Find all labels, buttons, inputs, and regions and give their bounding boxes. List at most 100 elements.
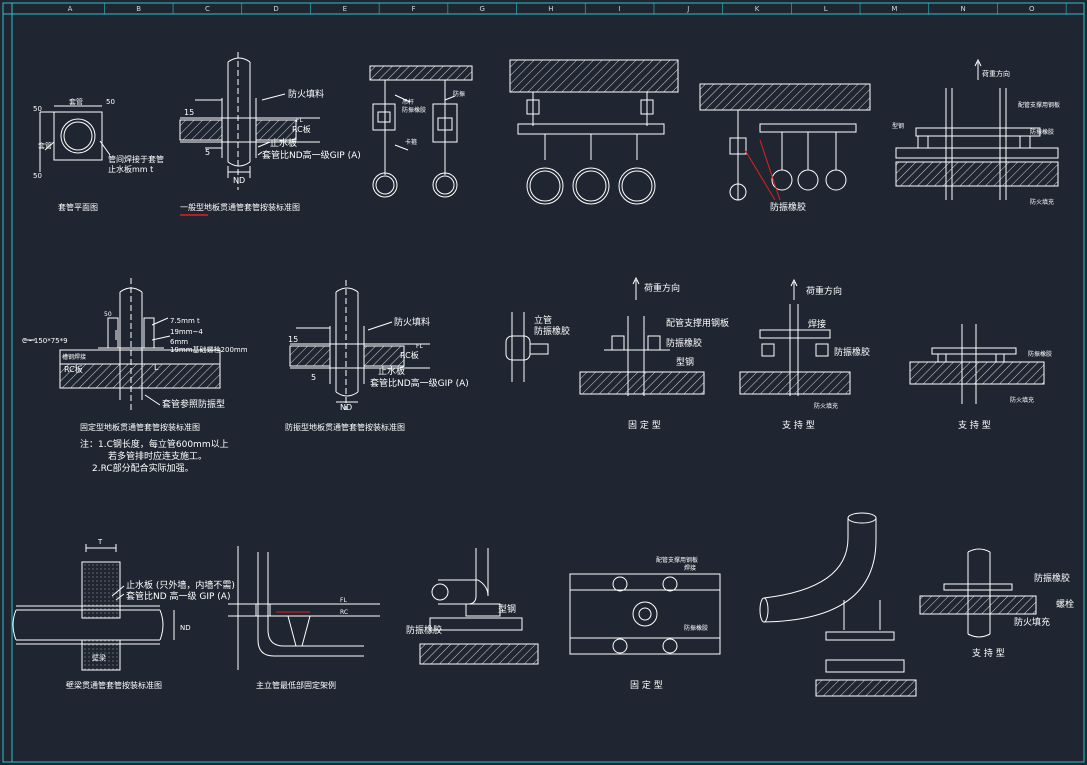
beam-sleeve-nd: ND: [180, 624, 191, 632]
ruler-letter-i: I: [619, 5, 621, 13]
base-support-rubber: 防振橡胶: [406, 624, 442, 636]
support-type-2-rubber: 防振橡胶: [1028, 350, 1052, 358]
ruler-letter-e: E: [343, 5, 347, 13]
fixed-floor-note-2: 2.RC部分配合实际加强。: [92, 462, 194, 474]
hanger-1-label-d: 防振: [453, 90, 465, 98]
general-floor-water-stop: 止水板: [270, 137, 297, 149]
fixed-floor-title: 固定型地板贯通管套管按装标准图: [80, 422, 200, 432]
riser-clamp-riser: 立管: [534, 314, 552, 326]
support-type-1-weld: 焊接: [808, 318, 826, 330]
beam-sleeve-beam: 壁梁: [92, 653, 106, 662]
hanger-1-label-b: 防振橡胶: [402, 106, 426, 114]
fixed-type-1-rubber: 防振橡胶: [666, 337, 702, 349]
antivib-floor-rc: RC板: [400, 350, 419, 360]
fixed-floor-sleeve-ref: 套管参照防振型: [162, 398, 225, 410]
fixed-floor-dim-a: 19mm基础螺栓200mm: [170, 345, 248, 354]
ruler-letter-h: H: [548, 5, 553, 13]
fixed-type-1-steel: 型钢: [676, 356, 694, 368]
cad-drawing-canvas: A B C D E F G H I J K L M N O 50 套管 50 套管 50 管间焊接于套管 止…: [0, 0, 1087, 765]
antivib-floor-dim-15: 15: [288, 335, 298, 344]
general-floor-fl: FL: [296, 117, 303, 124]
beam-sleeve-water-stop: 止水板 (只外墙，内墙不需): [126, 579, 235, 591]
fixed-type-1-title: 固 定 型: [628, 419, 661, 431]
ruler-letter-c: C: [205, 5, 210, 13]
base-support-steel: 型钢: [498, 603, 516, 615]
fixed-type-2-title: 固 定 型: [630, 679, 663, 691]
support-top-fire: 防火填充: [1030, 198, 1054, 206]
antivib-floor-title: 防振型地板贯通管套管按装标准图: [285, 422, 405, 432]
support-type-3-bolt: 螺栓: [1056, 598, 1074, 610]
sleeve-plan-dim-top-left: 50: [33, 105, 42, 113]
ruler-letter-n: N: [960, 5, 965, 13]
sleeve-plan-note-gap: 管间焊接于套管: [108, 154, 164, 164]
antivib-floor-sleeve-note: 套管比ND高一级GIP (A): [370, 377, 469, 389]
fixed-floor-t6: 6mm: [170, 338, 188, 346]
support-type-1-title: 支 持 型: [782, 419, 815, 431]
beam-sleeve-title: 壁梁贯通管套管按装标准图: [66, 680, 162, 690]
fixed-floor-t19: 19mm~4: [170, 328, 203, 336]
ruler-letter-k: K: [755, 5, 760, 13]
ruler-letter-g: G: [479, 5, 484, 13]
ruler-letter-f: F: [411, 5, 415, 13]
hanger-3-label: 防振橡胶: [770, 201, 806, 213]
fixed-type-1-plate: 配管支撑用钢板: [666, 317, 729, 329]
support-top-plate: 配管支撑用钢板: [1018, 101, 1060, 109]
beam-sleeve-t: T: [97, 538, 103, 546]
fixed-type-2-weld: 焊接: [684, 564, 696, 572]
hanger-1-label-c: 卡箍: [405, 138, 417, 146]
general-floor-dim-15: 15: [184, 108, 194, 117]
general-floor-nd: ND: [233, 176, 245, 185]
riser-bottom-title: 主立管最低部固定架例: [256, 680, 336, 690]
ruler-letter-d: D: [273, 5, 278, 13]
fixed-type-2-plate: 配管支撑用钢板: [656, 556, 698, 564]
support-type-2-title: 支 持 型: [958, 419, 991, 431]
fixed-floor-dim-l: L: [154, 363, 159, 372]
antivib-floor-fl: FL: [416, 343, 423, 350]
support-type-3-title: 支 持 型: [972, 647, 1005, 659]
support-type-3-rubber: 防振橡胶: [1034, 572, 1070, 584]
general-floor-rc: RC板: [292, 124, 311, 134]
support-top-load-dir: 荷重方向: [982, 69, 1010, 78]
fixed-floor-note-1: 注：1.C钢长度，每立管600mm以上: [80, 438, 229, 450]
ruler-letter-o: O: [1029, 5, 1035, 13]
sleeve-plan-label-top: 套管: [69, 97, 83, 106]
ruler-letter-m: M: [891, 5, 897, 13]
sleeve-plan-note-plate: 止水板mm t: [108, 164, 153, 174]
fixed-type-2-rubber: 防振橡胶: [684, 624, 708, 632]
fixed-floor-steel-label: 槽钢焊接: [62, 353, 86, 361]
ruler-letter-l: L: [824, 5, 828, 13]
fixed-floor-t75: 7.5mm t: [170, 317, 200, 325]
general-floor-sleeve-note: 套管比ND高一级GIP (A): [262, 149, 361, 161]
sleeve-plan-dim-bottom: 50: [33, 172, 42, 180]
fixed-type-1-load: 荷重方向: [644, 282, 680, 294]
support-type-3-fire: 防火填充: [1014, 616, 1050, 628]
hanger-1-label-a: 吊杆: [402, 98, 414, 106]
ruler-letter-a: A: [68, 5, 73, 13]
riser-bottom-fl: FL: [340, 597, 347, 604]
support-top-steel: 型钢: [892, 122, 904, 130]
fixed-floor-dim-50: 50: [104, 311, 112, 318]
beam-sleeve-sleeve-note: 套管比ND 高一级 GIP (A): [126, 590, 230, 602]
antivib-floor-nd: ND: [340, 403, 352, 412]
riser-bottom-rc: RC: [340, 609, 348, 616]
sleeve-plan-dim-top-right: 50: [106, 98, 115, 106]
general-floor-title: 一般型地板贯通管套管按装标准图: [180, 202, 300, 212]
antivib-floor-water-stop: 止水板: [378, 365, 405, 377]
support-type-1-load: 荷重方向: [806, 285, 842, 297]
support-type-1-rubber: 防振橡胶: [834, 346, 870, 358]
antivib-floor-dim-5: 5: [311, 373, 316, 382]
sleeve-plan-title: 套管平面图: [58, 202, 98, 212]
general-floor-fire-fill: 防火填料: [288, 88, 324, 100]
antivib-floor-fire-fill: 防火填料: [394, 316, 430, 328]
ruler-letter-j: J: [686, 5, 689, 13]
general-floor-dim-5: 5: [205, 148, 210, 157]
riser-clamp-rubber: 防振橡胶: [534, 325, 570, 337]
sleeve-plan-label-left: 套管: [38, 141, 52, 150]
ruler-letter-b: B: [136, 5, 141, 13]
support-type-1-fire: 防火填充: [814, 402, 838, 410]
fixed-floor-rc: RC板: [64, 364, 83, 374]
support-top-rubber: 防振橡胶: [1030, 128, 1054, 136]
support-type-2-fire: 防火填充: [1010, 396, 1034, 404]
fixed-floor-note-1b: 若多管排时应连支施工。: [108, 450, 207, 462]
fixed-floor-c-steel: C - 150*75*9: [22, 337, 68, 345]
